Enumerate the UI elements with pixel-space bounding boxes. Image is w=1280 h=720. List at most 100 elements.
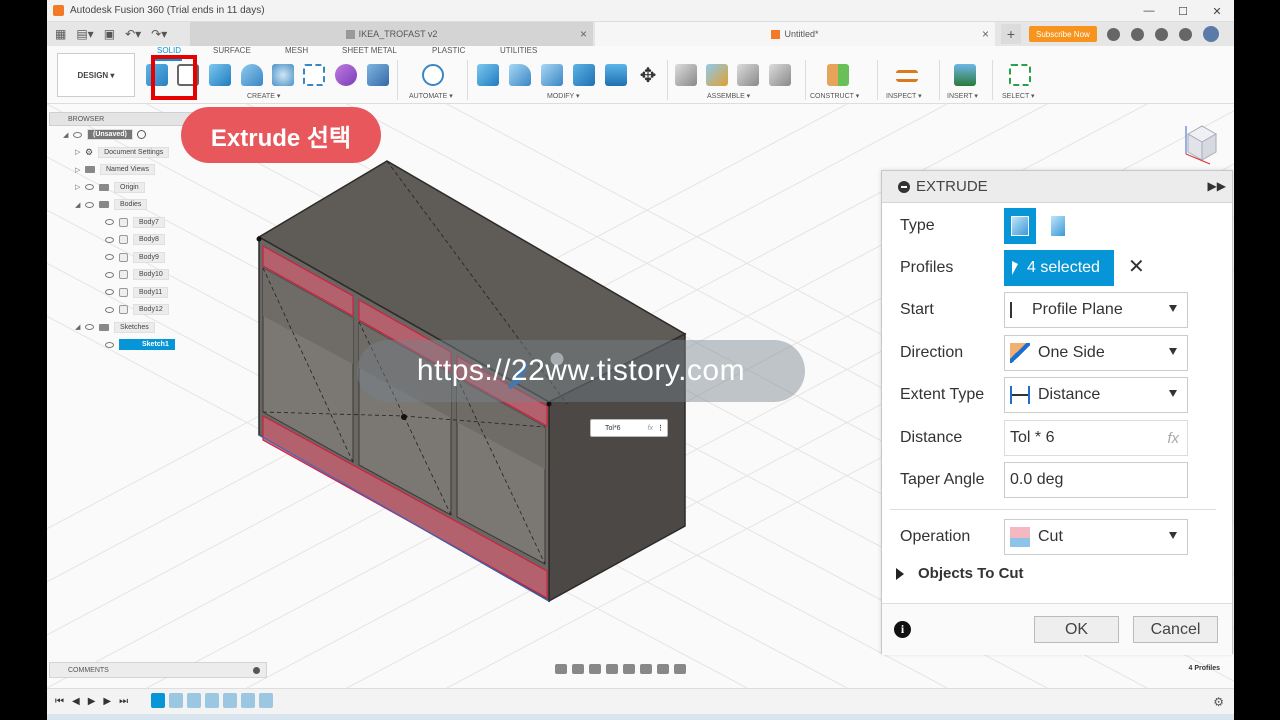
canvas-viewport[interactable]: BROWSER ◢ (Unsaved) ▷ ⚙ Document Setting… xyxy=(47,104,1234,688)
tree-row-sketch1[interactable]: Sketch1 xyxy=(49,336,259,354)
start-select[interactable]: Profile Plane xyxy=(1004,292,1188,328)
revolve-icon[interactable] xyxy=(241,64,263,86)
viewports-icon[interactable] xyxy=(674,664,686,674)
type-thin-option[interactable] xyxy=(1042,208,1074,244)
close-tab-icon[interactable]: × xyxy=(580,27,587,41)
tab-utilities[interactable]: UTILITIES xyxy=(500,46,537,55)
collapse-icon[interactable]: ◢ xyxy=(75,323,85,331)
display-settings-icon[interactable] xyxy=(640,664,652,674)
comments-panel[interactable]: COMMENTS xyxy=(49,662,267,678)
operation-select[interactable]: Cut xyxy=(1004,519,1188,555)
expand-icon[interactable]: ▷ xyxy=(75,183,85,191)
visibility-eye-icon[interactable] xyxy=(105,219,114,226)
step-forward-icon[interactable]: ▶ xyxy=(103,696,111,707)
select-menu[interactable]: SELECT ▾ xyxy=(1002,92,1035,100)
form-icon[interactable] xyxy=(335,64,357,86)
play-icon[interactable]: ▶ xyxy=(88,696,96,707)
visibility-eye-icon[interactable] xyxy=(105,289,114,296)
visibility-eye-icon[interactable] xyxy=(85,324,94,331)
visibility-eye-icon[interactable] xyxy=(105,254,114,261)
notifications-icon[interactable] xyxy=(1154,27,1168,41)
visibility-eye-icon[interactable] xyxy=(85,201,94,208)
tree-row-body11[interactable]: Body11 xyxy=(49,284,259,302)
derive-icon[interactable] xyxy=(367,64,389,86)
visibility-eye-icon[interactable] xyxy=(105,306,114,313)
workspace-switcher[interactable]: DESIGN ▾ xyxy=(57,53,135,97)
fx-icon[interactable]: fx xyxy=(1167,430,1179,447)
joint-origin-icon[interactable] xyxy=(769,64,791,86)
ok-button[interactable]: OK xyxy=(1034,616,1119,643)
undo-icon[interactable]: ↶▾ xyxy=(125,27,141,41)
insert-menu[interactable]: INSERT ▾ xyxy=(947,92,978,100)
direction-select[interactable]: One Side xyxy=(1004,335,1188,371)
automate-icon[interactable] xyxy=(422,64,444,86)
timeline-feature[interactable] xyxy=(223,693,237,708)
tree-row-sketches[interactable]: ◢ Sketches xyxy=(49,319,259,337)
extent-type-select[interactable]: Distance xyxy=(1004,377,1188,413)
tree-row-body7[interactable]: Body7 xyxy=(49,214,259,232)
fx-icon[interactable]: fx xyxy=(648,425,653,432)
maximize-button[interactable]: ☐ xyxy=(1166,0,1200,22)
help-icon[interactable] xyxy=(1178,27,1192,41)
new-component-assemble-icon[interactable] xyxy=(675,64,697,86)
inspect-menu[interactable]: INSPECT ▾ xyxy=(886,92,922,100)
go-to-end-icon[interactable]: ⏭ xyxy=(119,696,128,707)
tree-row-body12[interactable]: Body12 xyxy=(49,301,259,319)
tree-row-body10[interactable]: Body10 xyxy=(49,266,259,284)
clear-selection-button[interactable]: ✕ xyxy=(1128,254,1145,279)
create-menu[interactable]: CREATE ▾ xyxy=(247,92,280,100)
insert-image-icon[interactable] xyxy=(954,64,976,86)
objects-to-cut-expander[interactable]: Objects To Cut xyxy=(896,565,1024,582)
rectangular-pattern-icon[interactable] xyxy=(303,64,325,86)
profiles-selection-button[interactable]: 4 selected xyxy=(1004,250,1114,286)
collapse-icon[interactable]: ◢ xyxy=(63,131,73,139)
pan-icon[interactable] xyxy=(589,664,601,674)
go-to-start-icon[interactable]: ⏮ xyxy=(55,696,64,707)
expand-icon[interactable]: ▷ xyxy=(75,148,85,156)
timeline-feature[interactable] xyxy=(241,693,255,708)
construct-menu[interactable]: CONSTRUCT ▾ xyxy=(810,92,859,100)
combine-icon[interactable] xyxy=(605,64,627,86)
hole-icon[interactable] xyxy=(272,64,294,86)
job-status-icon[interactable] xyxy=(1130,27,1144,41)
tab-surface[interactable]: SURFACE xyxy=(213,46,251,55)
expand-icon[interactable]: ▷ xyxy=(75,166,85,174)
measure-icon[interactable] xyxy=(896,70,918,82)
tree-row-body8[interactable]: Body8 xyxy=(49,231,259,249)
activate-radio-icon[interactable] xyxy=(136,130,146,140)
timeline-feature[interactable] xyxy=(259,693,273,708)
look-at-icon[interactable] xyxy=(572,664,584,674)
step-back-icon[interactable]: ◀ xyxy=(72,696,80,707)
orbit-icon[interactable] xyxy=(555,664,567,674)
view-cube[interactable] xyxy=(1180,120,1224,168)
fit-icon[interactable] xyxy=(623,664,635,674)
visibility-eye-icon[interactable] xyxy=(105,271,114,278)
expand-dialog-icon[interactable]: ▶▶ xyxy=(1208,179,1226,193)
redo-icon[interactable]: ↷▾ xyxy=(151,27,167,41)
modify-menu[interactable]: MODIFY ▾ xyxy=(547,92,580,100)
tree-row-body9[interactable]: Body9 xyxy=(49,249,259,267)
tab-mesh[interactable]: MESH xyxy=(285,46,308,55)
tab-solid[interactable]: SOLID xyxy=(157,46,181,55)
distance-dimension-input[interactable]: Tol*6 fx ⋮ xyxy=(590,419,668,437)
joint-icon[interactable] xyxy=(706,64,728,86)
subscribe-button[interactable]: Subscribe Now xyxy=(1029,26,1097,42)
timeline-feature[interactable] xyxy=(169,693,183,708)
tab-untitled[interactable]: Untitled* × xyxy=(595,22,995,46)
tree-row-origin[interactable]: ▷ Origin xyxy=(49,179,259,197)
extrude-dialog-header[interactable]: EXTRUDE ▶▶ xyxy=(882,171,1232,203)
move-copy-icon[interactable]: ✥ xyxy=(637,64,659,87)
extensions-icon[interactable] xyxy=(1106,27,1120,41)
new-tab-button[interactable]: + xyxy=(1001,24,1021,44)
timeline-feature[interactable] xyxy=(187,693,201,708)
visibility-eye-icon[interactable] xyxy=(73,131,82,138)
avatar[interactable] xyxy=(1202,26,1219,42)
data-panel-grid-icon[interactable]: ▦ xyxy=(55,27,66,41)
grid-settings-icon[interactable] xyxy=(657,664,669,674)
zoom-icon[interactable] xyxy=(606,664,618,674)
fillet-icon[interactable] xyxy=(509,64,531,86)
visibility-eye-icon[interactable] xyxy=(105,236,114,243)
shell-icon[interactable] xyxy=(573,64,595,86)
chamfer-icon[interactable] xyxy=(541,64,563,86)
minimize-button[interactable]: — xyxy=(1132,0,1166,22)
